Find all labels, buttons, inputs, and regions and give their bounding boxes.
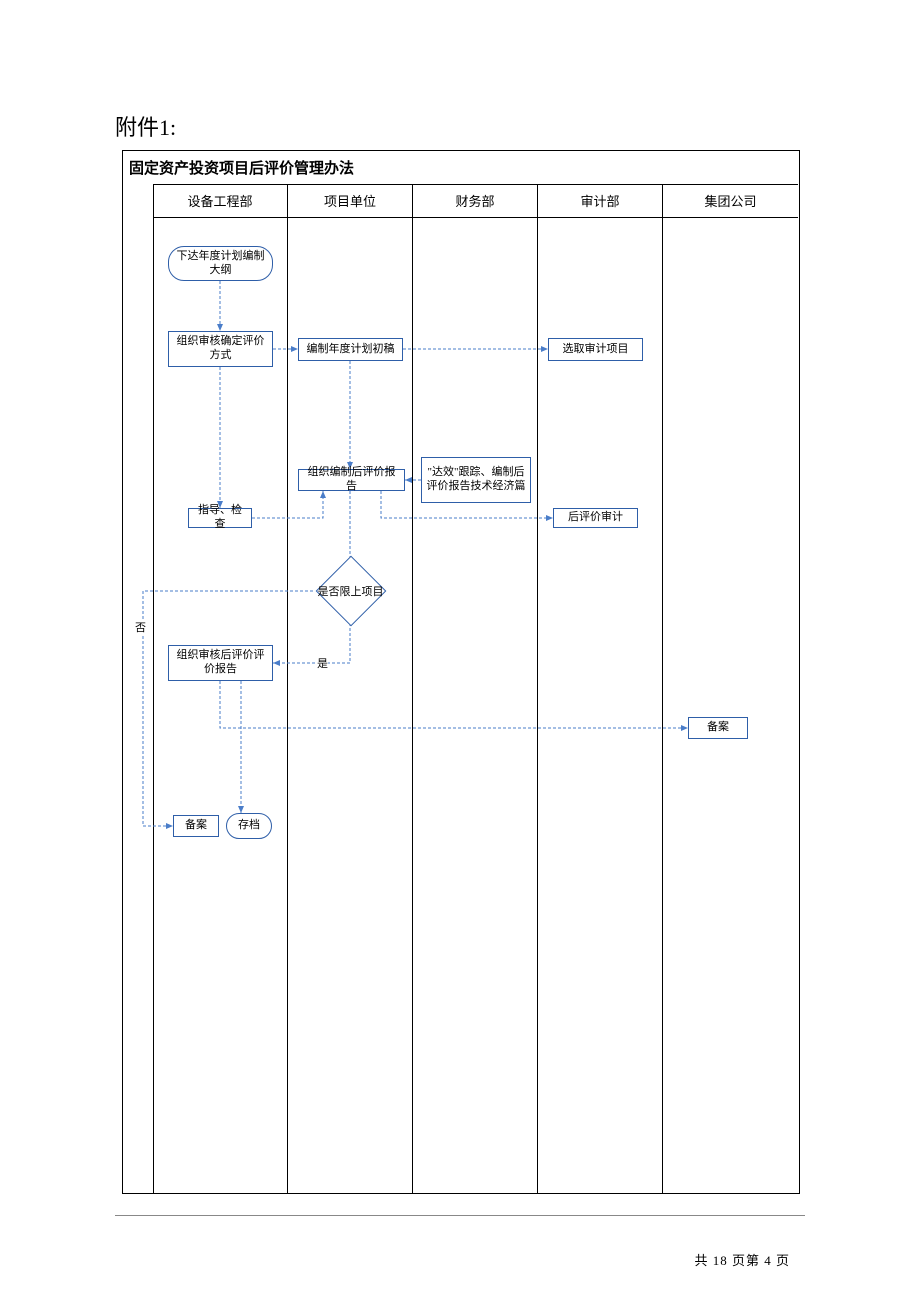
node-post-audit: 后评价审计 <box>553 508 638 528</box>
diagram-title: 固定资产投资项目后评价管理办法 <box>129 157 354 178</box>
lane-header-project-unit: 项目单位 <box>288 184 413 218</box>
node-decision: 是否限上项目 <box>308 565 393 617</box>
lane-header-equipment: 设备工程部 <box>153 184 288 218</box>
node-start: 下达年度计划编制大纲 <box>168 246 273 281</box>
node-archive: 存档 <box>226 813 272 839</box>
lane-header-audit: 审计部 <box>538 184 663 218</box>
node-guide-check: 指导、检查 <box>188 508 252 528</box>
footer-separator <box>115 1215 805 1216</box>
attachment-label: 附件1: <box>115 110 176 142</box>
node-compile-report: 组织编制后评价报告 <box>298 469 405 491</box>
lane-body-2 <box>288 218 413 1193</box>
lane-header-group: 集团公司 <box>663 184 798 218</box>
branch-label-no: 否 <box>135 619 146 635</box>
lane-header-finance: 财务部 <box>413 184 538 218</box>
node-draft-plan: 编制年度计划初稿 <box>298 338 403 361</box>
document-page: 附件1: 固定资产投资项目后评价管理办法 设备工程部 项目单位 财务部 审计部 … <box>0 0 920 1302</box>
node-filing-local: 备案 <box>173 815 219 837</box>
node-filing-group: 备案 <box>688 717 748 739</box>
decision-label: 是否限上项目 <box>308 565 393 617</box>
node-review-report: 组织审核后评价评价报告 <box>168 645 273 681</box>
node-review-method: 组织审核确定评价方式 <box>168 331 273 367</box>
lane-body-5 <box>663 218 798 1193</box>
lane-body-4 <box>538 218 663 1193</box>
node-finance-track: "达效"跟踪、编制后评价报告技术经济篇 <box>421 457 531 503</box>
node-select-audit: 选取审计项目 <box>548 338 643 361</box>
branch-label-yes: 是 <box>317 655 328 671</box>
lane-body-3 <box>413 218 538 1193</box>
page-number: 共 18 页第 4 页 <box>694 1250 790 1269</box>
swimlane-diagram: 固定资产投资项目后评价管理办法 设备工程部 项目单位 财务部 审计部 集团公司 <box>122 150 800 1194</box>
